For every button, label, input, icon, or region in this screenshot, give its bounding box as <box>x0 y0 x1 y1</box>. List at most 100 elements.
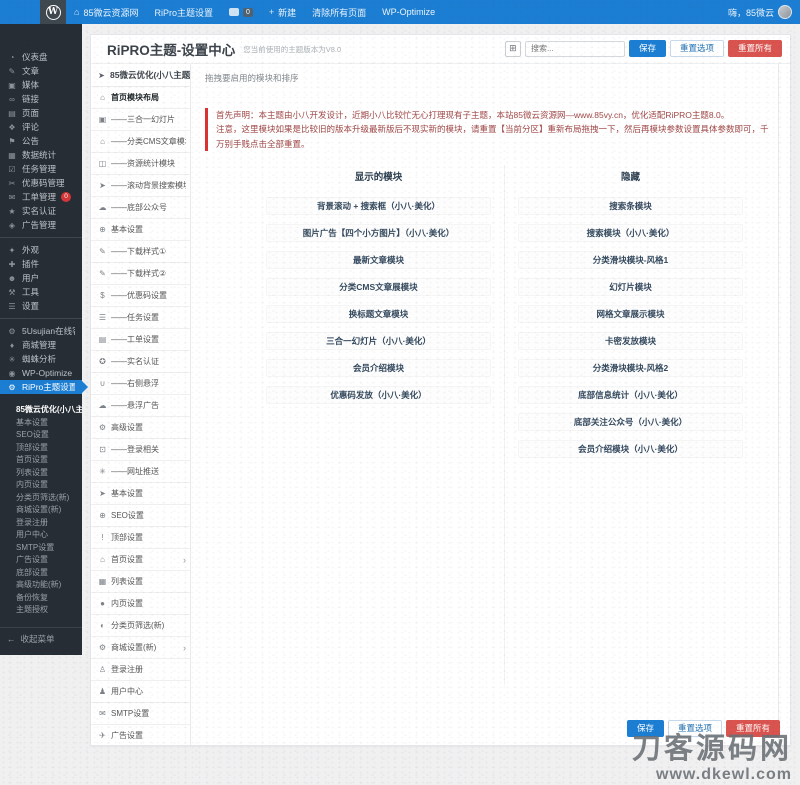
site-name-link[interactable]: ⌂ 85微云资源网 <box>66 0 146 24</box>
sidebar-menu-item[interactable]: ✳ 蜘蛛分析 <box>0 352 82 366</box>
settings-nav-item[interactable]: ! 顶部设置 › <box>91 527 190 549</box>
settings-nav-item[interactable]: ▤ ——工单设置 › <box>91 329 190 351</box>
module-item[interactable]: 幻灯片模块 <box>517 278 744 297</box>
module-item[interactable]: 背景滚动 + 搜索框（小八·美化） <box>265 197 492 216</box>
theme-settings-link[interactable]: RiPro主题设置 <box>146 0 221 24</box>
sidebar-submenu-item[interactable]: 85微云优化(小八主题) <box>0 404 82 417</box>
module-item[interactable]: 搜索条模块 <box>517 197 744 216</box>
sidebar-submenu-item[interactable]: SMTP设置 <box>0 542 82 555</box>
module-item[interactable]: 搜索模块（小八·美化） <box>517 224 744 243</box>
sidebar-submenu-item[interactable]: 高级功能(新) <box>0 579 82 592</box>
module-item[interactable]: 会员介绍模块 <box>265 359 492 378</box>
module-item[interactable]: 网格文章展示模块 <box>517 305 744 324</box>
sidebar-menu-item[interactable]: ▤ 页面 <box>0 106 82 120</box>
settings-nav-item[interactable]: ⚙ 高级设置 › <box>91 417 190 439</box>
sidebar-submenu-item[interactable]: 顶部设置 <box>0 442 82 455</box>
collapse-menu-button[interactable]: ← 收起菜单 <box>0 626 82 647</box>
reset-options-button[interactable]: 重置选项 <box>669 40 724 57</box>
sidebar-menu-item[interactable]: ∞ 链接 <box>0 92 82 106</box>
settings-nav-item[interactable]: ∪ ——右侧悬浮 › <box>91 373 190 395</box>
module-item[interactable]: 卡密发放模块 <box>517 332 744 351</box>
settings-nav-item[interactable]: ✳ ——网址推送 › <box>91 461 190 483</box>
sidebar-submenu-item[interactable]: 广告设置 <box>0 554 82 567</box>
sidebar-menu-item[interactable]: ♦ 商城管理 <box>0 338 82 352</box>
module-item[interactable]: 分类滑块模块-风格2 <box>517 359 744 378</box>
sidebar-submenu-item[interactable]: 备份恢复 <box>0 592 82 605</box>
settings-nav-item[interactable]: ☰ ——任务设置 › <box>91 307 190 329</box>
new-content-link[interactable]: + 新建 <box>261 0 304 24</box>
sidebar-menu-item[interactable]: ⚙ 5Usujian在线客服 <box>0 324 82 338</box>
wp-optimize-link[interactable]: WP-Optimize <box>374 0 443 24</box>
sidebar-menu-item[interactable]: ◔ 仪表盘 <box>0 50 82 64</box>
sidebar-menu-item[interactable]: ◉ WP-Optimize <box>0 366 82 380</box>
sidebar-menu-item[interactable]: ⚙ RiPro主题设置 <box>0 380 88 394</box>
settings-nav-item[interactable]: ✈ 广告设置 › <box>91 725 190 745</box>
settings-nav-item[interactable]: ⊡ ——登录相关 › <box>91 439 190 461</box>
settings-nav-item[interactable]: ✎ ——下载样式② › <box>91 263 190 285</box>
clear-pages-link[interactable]: 清除所有页面 <box>304 0 374 24</box>
sidebar-menu-item[interactable]: ▣ 媒体 <box>0 78 82 92</box>
expand-toggle-button[interactable]: ⊞ <box>504 40 521 57</box>
sidebar-submenu-item[interactable]: SEO设置 <box>0 429 82 442</box>
account-menu[interactable]: 嗨，85微云 <box>720 0 800 24</box>
sidebar-submenu-item[interactable]: 首页设置 <box>0 454 82 467</box>
settings-nav-item[interactable]: ☁ ——悬浮广告 › <box>91 395 190 417</box>
settings-nav-item[interactable]: ◫ ——资源统计模块 › <box>91 153 190 175</box>
sidebar-menu-item[interactable]: ✉ 工单管理 0 <box>0 190 82 204</box>
settings-nav-item[interactable]: ▦ 列表设置 › <box>91 571 190 593</box>
settings-nav-item[interactable]: ⌂ 首页设置 › <box>91 549 190 571</box>
sidebar-submenu-item[interactable]: 底部设置 <box>0 567 82 580</box>
sidebar-menu-item[interactable]: ✚ 插件 <box>0 257 82 271</box>
settings-nav-item[interactable]: ☁ ——底部公众号 › <box>91 197 190 219</box>
sidebar-submenu-item[interactable]: 基本设置 <box>0 417 82 430</box>
settings-nav-item[interactable]: $ ——优惠码设置 › <box>91 285 190 307</box>
search-input[interactable] <box>524 40 625 57</box>
settings-nav-item[interactable]: ♙ 登录注册 › <box>91 659 190 681</box>
settings-nav-item[interactable]: ➤ 基本设置 › <box>91 483 190 505</box>
save-button[interactable]: 保存 <box>628 40 666 57</box>
reset-all-button-footer[interactable]: 重置所有 <box>725 720 780 737</box>
module-item[interactable]: 底部关注公众号（小八·美化） <box>517 413 744 432</box>
module-item[interactable]: 最新文章模块 <box>265 251 492 270</box>
module-item[interactable]: 优惠码发放（小八·美化） <box>265 386 492 405</box>
sidebar-submenu-item[interactable]: 列表设置 <box>0 467 82 480</box>
sidebar-menu-item[interactable]: ❖ 评论 <box>0 120 82 134</box>
settings-nav-item[interactable]: ✎ ——下载样式① › <box>91 241 190 263</box>
settings-nav-item[interactable]: ● 内页设置 › <box>91 593 190 615</box>
sidebar-submenu-item[interactable]: 内页设置 <box>0 479 82 492</box>
module-item[interactable]: 会员介绍模块（小八·美化） <box>517 440 744 459</box>
sidebar-menu-item[interactable]: ☻ 用户 <box>0 271 82 285</box>
wp-logo-menu[interactable]: W <box>40 0 66 24</box>
settings-nav-item[interactable]: ◐ 分类页筛选(新) › <box>91 615 190 637</box>
sidebar-menu-item[interactable]: ✂ 优惠码管理 <box>0 176 82 190</box>
sidebar-submenu-item[interactable]: 分类页筛选(新) <box>0 492 82 505</box>
settings-nav-item[interactable]: ▣ ——三合一幻灯片 › <box>91 109 190 131</box>
settings-nav-item[interactable]: ♟ 用户中心 › <box>91 681 190 703</box>
sidebar-submenu-item[interactable]: 商城设置(新) <box>0 504 82 517</box>
module-item[interactable]: 底部信息统计（小八·美化） <box>517 386 744 405</box>
settings-nav-item[interactable]: ⌂ 首页模块布局 › <box>91 87 190 109</box>
settings-nav-item[interactable]: ⊕ 基本设置 › <box>91 219 190 241</box>
reset-options-button-footer[interactable]: 重置选项 <box>667 720 722 737</box>
settings-nav-item[interactable]: ✪ ——实名认证 › <box>91 351 190 373</box>
settings-nav-item[interactable]: ⌂ ——分类CMS文章模块 › <box>91 131 190 153</box>
sidebar-menu-item[interactable]: ◈ 广告管理 <box>0 218 82 232</box>
sidebar-menu-item[interactable]: ★ 实名认证 <box>0 204 82 218</box>
module-item[interactable]: 分类滑块模块-风格1 <box>517 251 744 270</box>
settings-nav-item[interactable]: ⊕ SEO设置 › <box>91 505 190 527</box>
settings-nav-item[interactable]: ⚙ 商城设置(新) › <box>91 637 190 659</box>
settings-nav-item[interactable]: ➤ ——滚动背景搜索模块 › <box>91 175 190 197</box>
sidebar-submenu-item[interactable]: 用户中心 <box>0 529 82 542</box>
module-item[interactable]: 图片广告【四个小方图片】（小八·美化） <box>265 224 492 243</box>
sidebar-menu-item[interactable]: ⚑ 公告 <box>0 134 82 148</box>
sidebar-menu-item[interactable]: ✦ 外观 <box>0 243 82 257</box>
module-item[interactable]: 三合一幻灯片（小八·美化） <box>265 332 492 351</box>
save-button-footer[interactable]: 保存 <box>626 720 664 737</box>
settings-group-header[interactable]: ➤ 85微云优化(小八主题) ∨ <box>91 64 190 87</box>
sidebar-submenu-item[interactable]: 主题授权 <box>0 604 82 617</box>
sidebar-menu-item[interactable]: ▦ 数据统计 <box>0 148 82 162</box>
reset-all-button[interactable]: 重置所有 <box>727 40 782 57</box>
comments-link[interactable]: 0 <box>221 0 261 24</box>
sidebar-menu-item[interactable]: ☰ 设置 <box>0 299 82 313</box>
sidebar-menu-item[interactable]: ⚒ 工具 <box>0 285 82 299</box>
